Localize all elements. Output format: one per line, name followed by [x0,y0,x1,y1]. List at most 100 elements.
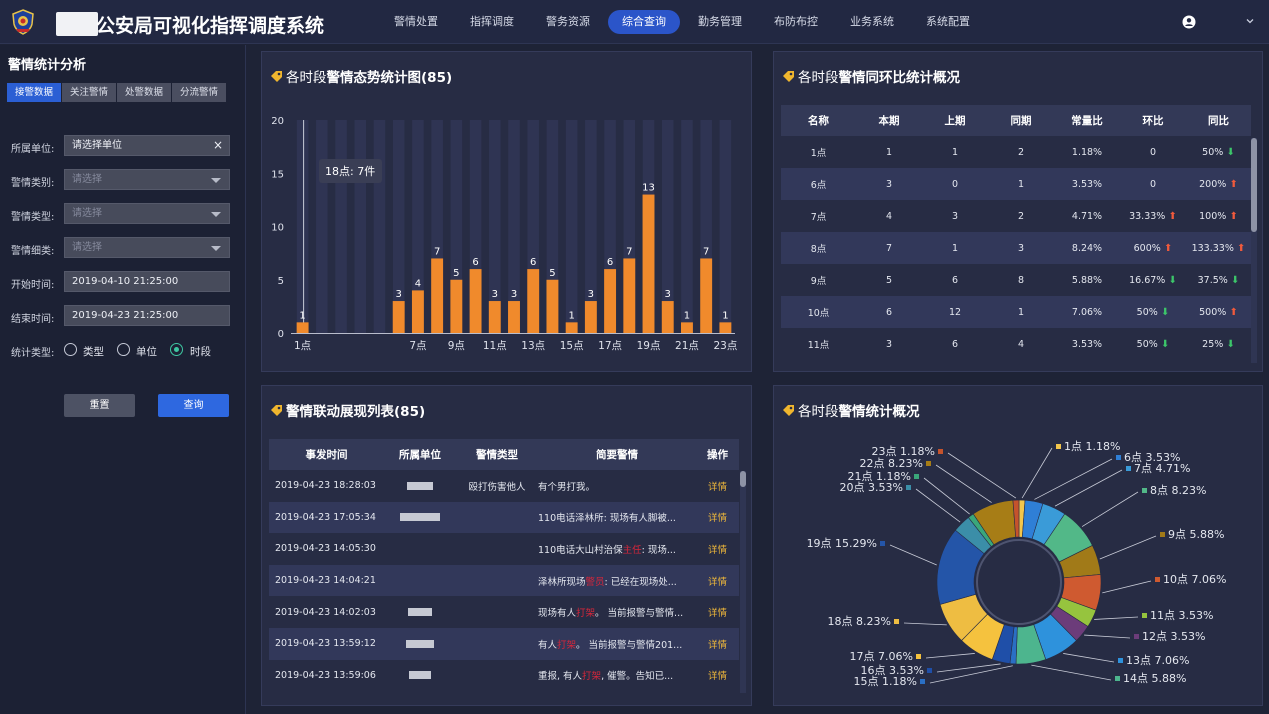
end-time-input[interactable]: 2019-04-23 21:25:00 [64,305,230,326]
sidebar-tab-1[interactable]: 关注警情 [62,83,117,102]
incident-col-header: 操作 [696,439,739,470]
nav-item-3[interactable]: 综合查询 [608,10,680,34]
bar[interactable] [527,269,540,333]
start-time-input[interactable]: 2019-04-10 21:25:00 [64,271,230,292]
clear-icon[interactable]: × [213,139,223,151]
bar[interactable] [431,258,444,333]
summary-segment: : 现场... [641,544,676,556]
list-scroll-thumb[interactable] [740,471,746,487]
bar[interactable] [411,290,424,333]
sidebar-tab-2[interactable]: 处警数据 [117,83,172,102]
bar[interactable] [584,301,597,333]
nav-item-2[interactable]: 警务资源 [532,10,604,34]
slice-label: 21点 1.18% [848,470,911,483]
bar[interactable] [450,279,463,333]
x-tick-label: 15点 [560,340,584,352]
detail-link[interactable]: 详情 [708,513,727,524]
yoy-row: 8点 7 1 3 8.24% 600% ⬆ 133.33% ⬆ [781,232,1251,264]
yoy-cell-same: 8 [988,264,1054,296]
summary-segment: 打架 [557,639,577,651]
arrow-down-icon: ⬇ [1157,306,1170,318]
incident-type [456,627,538,660]
yoy-scroll-thumb[interactable] [1251,138,1257,232]
detail-link[interactable]: 详情 [708,577,727,588]
summary-segment: , 催警。告知已... [601,671,674,683]
bar[interactable] [700,258,713,333]
yoy-scrollbar[interactable] [1251,138,1257,363]
arrow-up-icon: ⬆ [1226,210,1238,222]
incident-row[interactable]: 2019-04-23 13:59:06 重报, 有人打架, 催警。告知已... 详情 [269,659,739,692]
chevron-down-icon[interactable] [1244,15,1256,27]
bar[interactable] [719,322,732,333]
unit-select[interactable]: 请选择单位 × [64,135,230,156]
subtype-select[interactable]: 请选择 [64,237,230,258]
leader-line [936,663,1001,673]
yoy-panel-title: 各时段 警情同环比统计概况 [782,66,960,86]
bar[interactable] [680,322,693,333]
bar-value-label: 6 [472,257,478,268]
nav-item-6[interactable]: 业务系统 [836,10,908,34]
nav-item-4[interactable]: 勤务管理 [684,10,756,34]
incident-row[interactable]: 2019-04-23 13:59:12 有人打架。 当前报警与警情201... 详情 [269,627,739,660]
summary-segment: 主任 [622,544,642,556]
nav-item-7[interactable]: 系统配置 [912,10,984,34]
incident-row[interactable]: 2019-04-23 14:02:03 现场有人打架。 当前报警与警情... 详情 [269,596,739,628]
summary-segment: 。 当前报警与警情201... [576,639,683,651]
sidebar-tab-0[interactable]: 接警数据 [7,83,62,102]
detail-link[interactable]: 详情 [708,671,727,682]
incident-list-panel: 警情联动展现列表(85) 事发时间 所属单位 警情类型 简要警情 操作 2019-04-… [261,385,752,706]
incident-row[interactable]: 2019-04-23 18:28:03 殴打伤害他人 有个男打我。 详情 [269,470,739,502]
legend-swatch [894,619,899,624]
radio-period-label: 时段 [190,346,211,358]
incident-row[interactable]: 2019-04-23 14:04:21 泽林所现场警员: 已经在现场处... 详情 [269,564,739,597]
bar[interactable] [546,279,559,333]
bar[interactable] [604,269,617,333]
list-scrollbar[interactable] [740,471,746,693]
detail-link[interactable]: 详情 [708,482,727,493]
bar[interactable] [623,258,636,333]
stat-type-row: 统计类型: 类型 单位 时段 [11,339,231,361]
incident-row[interactable]: 2019-04-23 17:05:34 110电话泽林所: 现场有人脚被... 详情 [269,501,739,534]
detail-link[interactable]: 详情 [708,640,727,651]
arrow-up-icon: ⬆ [1233,242,1246,254]
nav-item-0[interactable]: 警情处置 [380,10,452,34]
yoy-cell-yoy-value: 25% [1202,338,1224,350]
reset-button[interactable]: 重置 [64,394,135,417]
radio-period[interactable] [170,343,183,356]
type-select[interactable]: 请选择 [64,203,230,224]
leader-line [1099,535,1157,560]
sidebar-tab-3[interactable]: 分流警情 [172,83,227,102]
legend-swatch [920,679,925,684]
leader-line [1102,580,1152,594]
bar[interactable] [392,301,405,333]
bar-bg-column [316,120,328,333]
radio-unit[interactable] [117,343,130,356]
incident-action: 详情 [696,627,739,660]
category-select[interactable]: 请选择 [64,169,230,190]
bar[interactable] [565,322,578,333]
tooltip-text: 18点: 7件 [325,165,375,178]
detail-link[interactable]: 详情 [708,545,727,556]
yoy-cell-mom: 600% ⬆ [1120,232,1186,264]
bar[interactable] [508,301,520,333]
bar[interactable] [642,194,655,333]
yoy-cell-prev: 0 [922,168,988,200]
user-avatar-icon[interactable] [1182,15,1196,29]
incident-action: 详情 [696,596,739,628]
detail-link[interactable]: 详情 [708,608,727,619]
query-button[interactable]: 查询 [158,394,229,417]
incident-time: 2019-04-23 14:02:03 [269,596,384,628]
incident-unit-redacted [384,659,456,692]
incident-row[interactable]: 2019-04-23 14:05:30 110电话大山村治保主任: 现场... 详情 [269,533,739,565]
leader-line [947,452,1017,499]
nav-item-1[interactable]: 指挥调度 [456,10,528,34]
yoy-cell-yoy-value: 37.5% [1197,274,1228,286]
bar-value-label: 13 [642,183,655,194]
bar[interactable] [661,301,674,333]
bar[interactable] [296,322,309,333]
bar[interactable] [469,269,482,333]
yoy-cell-same: 1 [988,296,1054,328]
radio-type[interactable] [64,343,77,356]
bar[interactable] [488,301,501,333]
nav-item-5[interactable]: 布防布控 [760,10,832,34]
